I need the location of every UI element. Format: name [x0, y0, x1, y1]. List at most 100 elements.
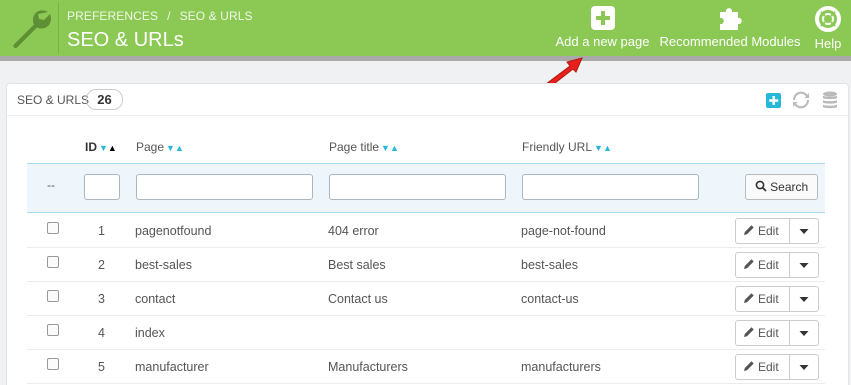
pencil-icon	[744, 259, 754, 269]
table-row[interactable]: 4 index Edit	[27, 316, 825, 350]
add-new-page-label: Add a new page	[555, 34, 650, 49]
column-header-page[interactable]: Page ▼▲	[136, 140, 184, 154]
cell-id: 2	[98, 258, 105, 272]
header-shadow	[0, 56, 851, 61]
cell-id: 4	[98, 326, 105, 340]
cell-id: 3	[98, 292, 105, 306]
cell-friendly-url: best-sales	[521, 258, 578, 272]
panel-title: SEO & URLS	[17, 93, 90, 107]
cell-page: pagenotfound	[135, 224, 212, 238]
magnifier-icon	[755, 180, 767, 192]
edit-button[interactable]: Edit	[736, 355, 790, 379]
add-new-page-button[interactable]: Add a new page	[555, 6, 650, 49]
row-actions-dropdown[interactable]	[790, 321, 818, 345]
top-header: PREFERENCES / SEO & URLS SEO & URLs Add a …	[0, 0, 851, 56]
sort-arrows-icon[interactable]: ▼▲	[166, 143, 184, 153]
row-checkbox[interactable]	[47, 324, 59, 336]
search-button-label: Search	[770, 180, 809, 194]
cell-page-title: Manufacturers	[328, 360, 408, 374]
table-row[interactable]: 3 contact Contact us contact-us Edit	[27, 282, 825, 316]
edit-button-label: Edit	[758, 224, 779, 238]
puzzle-piece-icon	[720, 8, 742, 30]
caret-down-icon	[799, 229, 809, 234]
sql-database-icon[interactable]	[820, 90, 840, 110]
sort-arrows-icon[interactable]: ▼▲	[381, 143, 399, 153]
cell-page: manufacturer	[135, 360, 209, 374]
lifebuoy-icon	[815, 6, 841, 32]
wrench-icon	[13, 10, 52, 49]
edit-button[interactable]: Edit	[736, 253, 790, 277]
pencil-icon	[744, 327, 754, 337]
row-checkbox[interactable]	[47, 290, 59, 302]
cell-page-title: Best sales	[328, 258, 386, 272]
row-actions-dropdown[interactable]	[790, 253, 818, 277]
column-header-id[interactable]: ID ▼▲	[85, 140, 117, 154]
cell-friendly-url: manufacturers	[521, 360, 601, 374]
panel-heading: SEO & URLS 26	[7, 84, 848, 116]
edit-button[interactable]: Edit	[736, 321, 790, 345]
help-label: Help	[814, 36, 842, 51]
column-header-friendly-url-label: Friendly URL	[522, 140, 593, 154]
header-divider	[58, 3, 59, 53]
column-header-page-title[interactable]: Page title ▼▲	[329, 140, 399, 154]
cell-id: 1	[98, 224, 105, 238]
row-actions-dropdown[interactable]	[790, 355, 818, 379]
filter-row: -- Search	[27, 163, 825, 213]
seo-urls-panel: SEO & URLS 26 ID ▼▲ Page ▼▲ Page title ▼▲ F…	[6, 83, 849, 385]
cell-friendly-url: contact-us	[521, 292, 579, 306]
edit-button-label: Edit	[758, 326, 779, 340]
edit-button[interactable]: Edit	[736, 219, 790, 243]
table-row[interactable]: 2 best-sales Best sales best-sales Edit	[27, 248, 825, 282]
table-row[interactable]: 1 pagenotfound 404 error page-not-found Edit	[27, 214, 825, 248]
row-actions: Edit	[735, 218, 819, 244]
cell-id: 5	[98, 360, 105, 374]
cell-page: contact	[135, 292, 176, 306]
pencil-icon	[744, 225, 754, 235]
table-row[interactable]: 5 manufacturer Manufacturers manufacturers E…	[27, 350, 825, 384]
help-button[interactable]: Help	[810, 6, 846, 51]
recommended-modules-button[interactable]: Recommended Modules	[659, 6, 801, 49]
breadcrumb-item-preferences[interactable]: PREFERENCES	[67, 9, 158, 23]
filter-id-input[interactable]	[84, 174, 120, 200]
sort-arrows-icon[interactable]: ▼▲	[99, 143, 117, 153]
edit-button-label: Edit	[758, 360, 779, 374]
cell-page: index	[135, 326, 165, 340]
row-checkbox[interactable]	[47, 222, 59, 234]
edit-button[interactable]: Edit	[736, 287, 790, 311]
recommended-modules-label: Recommended Modules	[659, 34, 801, 49]
cell-page: best-sales	[135, 258, 192, 272]
filter-page-title-input[interactable]	[329, 174, 506, 200]
row-actions-dropdown[interactable]	[790, 287, 818, 311]
count-badge: 26	[86, 89, 123, 110]
row-checkbox[interactable]	[47, 358, 59, 370]
pencil-icon	[744, 361, 754, 371]
caret-down-icon	[799, 297, 809, 302]
add-new-icon[interactable]	[764, 90, 784, 110]
filter-friendly-url-input[interactable]	[522, 174, 699, 200]
page-title: SEO & URLs	[67, 29, 184, 51]
breadcrumb-separator: /	[167, 9, 171, 23]
row-actions-dropdown[interactable]	[790, 219, 818, 243]
column-header-friendly-url[interactable]: Friendly URL ▼▲	[522, 140, 612, 154]
edit-button-label: Edit	[758, 258, 779, 272]
plus-square-icon	[590, 6, 615, 30]
row-actions: Edit	[735, 286, 819, 312]
sort-arrows-icon[interactable]: ▼▲	[594, 143, 612, 153]
breadcrumb: PREFERENCES / SEO & URLS	[67, 9, 253, 23]
filter-page-input[interactable]	[136, 174, 313, 200]
cell-page-title: Contact us	[328, 292, 388, 306]
refresh-icon[interactable]	[791, 90, 811, 110]
caret-down-icon	[799, 365, 809, 370]
cell-friendly-url: page-not-found	[521, 224, 606, 238]
search-button[interactable]: Search	[745, 174, 818, 200]
row-checkbox[interactable]	[47, 256, 59, 268]
edit-button-label: Edit	[758, 292, 779, 306]
caret-down-icon	[799, 331, 809, 336]
bulk-placeholder: --	[47, 178, 55, 192]
row-actions: Edit	[735, 320, 819, 346]
breadcrumb-item-seo-urls[interactable]: SEO & URLS	[180, 9, 253, 23]
column-header-page-title-label: Page title	[329, 140, 380, 154]
row-actions: Edit	[735, 252, 819, 278]
pencil-icon	[744, 293, 754, 303]
row-actions: Edit	[735, 354, 819, 380]
